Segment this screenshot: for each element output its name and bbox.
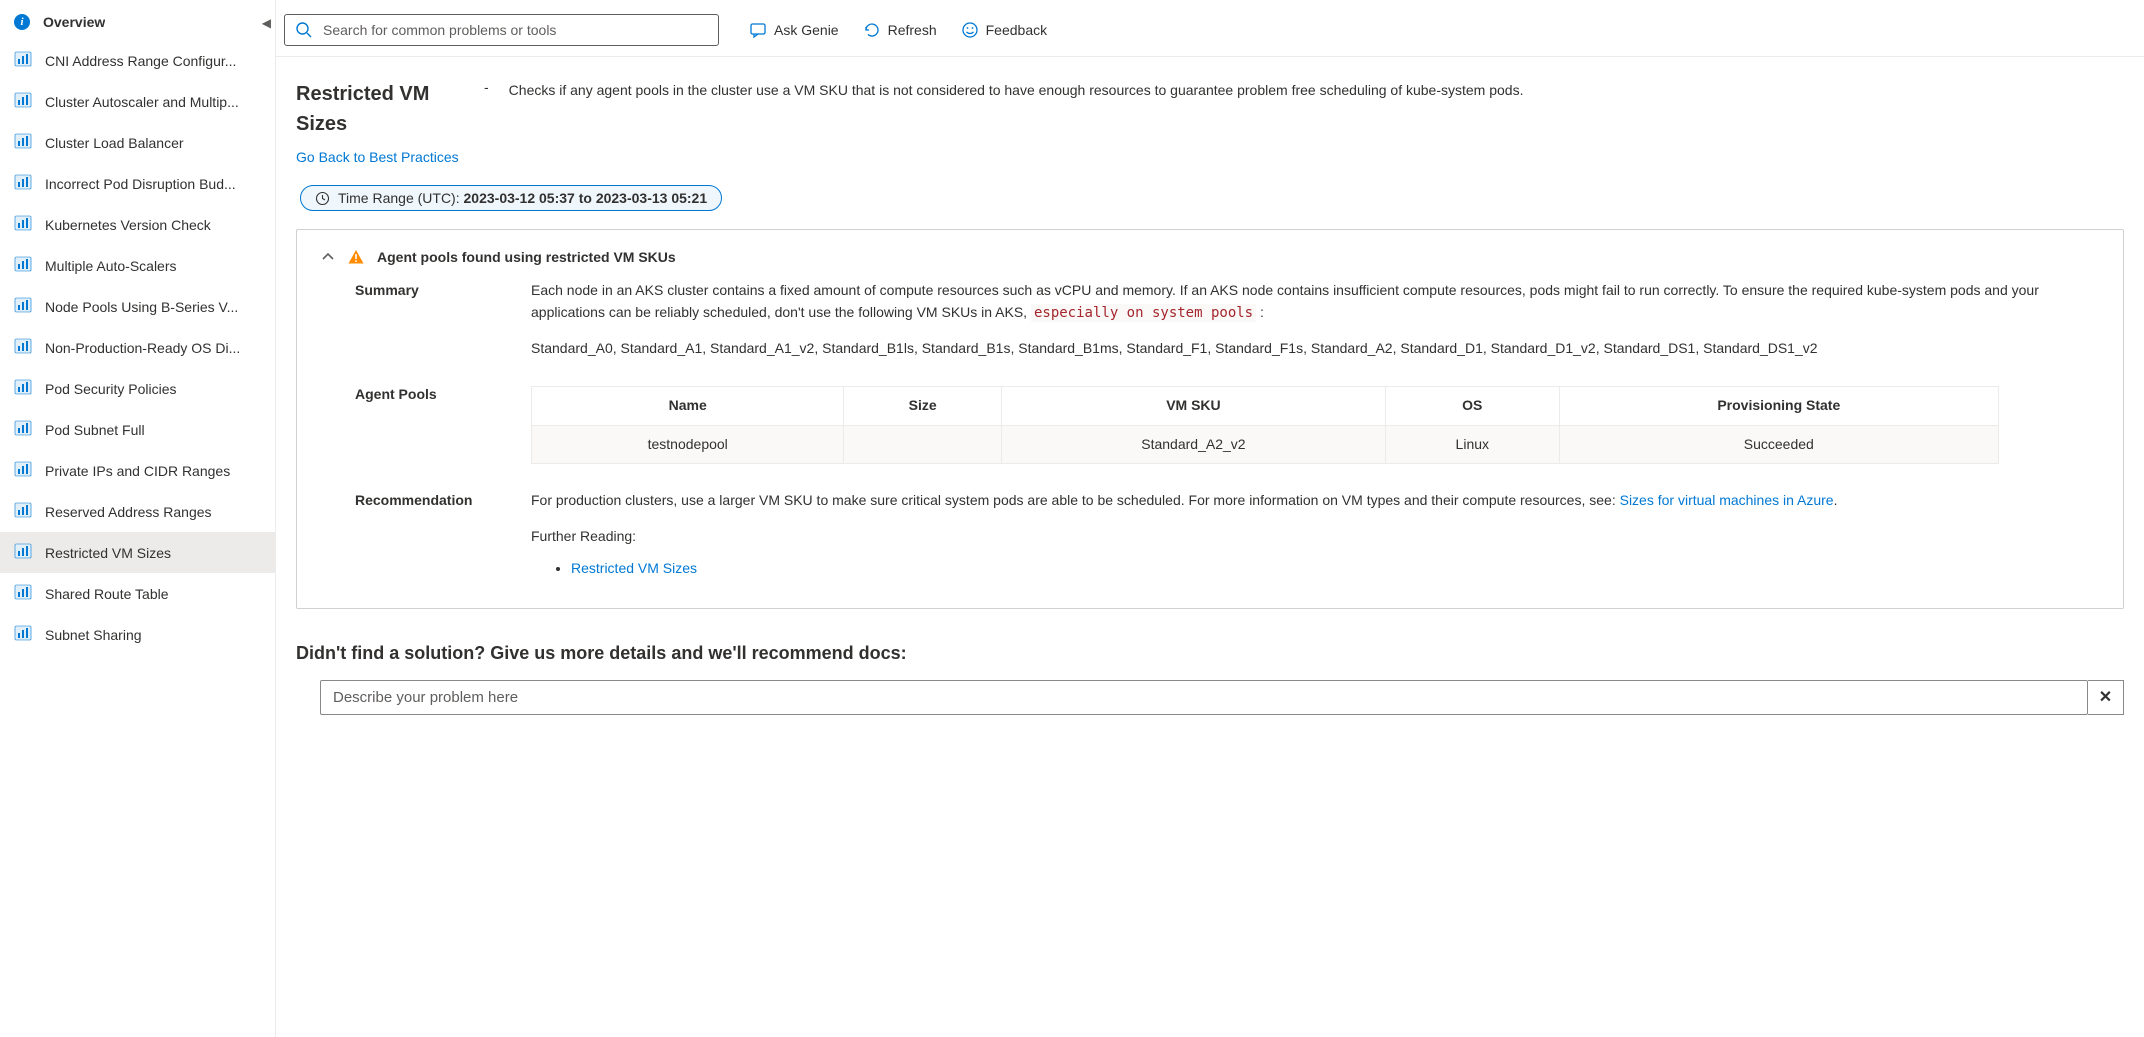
info-icon: i (14, 14, 30, 30)
table-header: Size (844, 387, 1001, 426)
sidebar-item-label: Private IPs and CIDR Ranges (45, 463, 230, 479)
chevron-up-icon[interactable] (321, 250, 335, 264)
title-dash: - (484, 79, 489, 95)
sidebar-item[interactable]: Incorrect Pod Disruption Bud... (0, 163, 275, 204)
sidebar-item[interactable]: Non-Production-Ready OS Di... (0, 327, 275, 368)
sidebar-item[interactable]: Cluster Load Balancer (0, 122, 275, 163)
sidebar-item[interactable]: Shared Route Table (0, 573, 275, 614)
refresh-icon (863, 21, 881, 39)
sidebar-item[interactable]: Reserved Address Ranges (0, 491, 275, 532)
bar-chart-icon (14, 296, 32, 317)
sidebar-item-label: Restricted VM Sizes (45, 545, 171, 561)
search-icon (295, 21, 313, 39)
restricted-vm-sizes-link[interactable]: Restricted VM Sizes (571, 560, 697, 576)
bar-chart-icon (14, 91, 32, 112)
sidebar-item-overview[interactable]: i Overview (0, 4, 275, 40)
vm-sizes-link[interactable]: Sizes for virtual machines in Azure (1620, 492, 1834, 508)
bar-chart-icon (14, 624, 32, 645)
warning-icon (347, 248, 365, 266)
panel-title: Agent pools found using restricted VM SK… (377, 249, 676, 265)
bar-chart-icon (14, 255, 32, 276)
sidebar-item[interactable]: Pod Security Policies (0, 368, 275, 409)
sidebar-item[interactable]: Restricted VM Sizes (0, 532, 275, 573)
sidebar-item-label: Cluster Autoscaler and Multip... (45, 94, 239, 110)
sidebar-item[interactable]: CNI Address Range Configur... (0, 40, 275, 81)
sidebar-item-label: Cluster Load Balancer (45, 135, 184, 151)
time-range-pill[interactable]: Time Range (UTC): 2023-03-12 05:37 to 20… (300, 185, 722, 211)
bar-chart-icon (14, 460, 32, 481)
sidebar-item-label: Kubernetes Version Check (45, 217, 211, 233)
sidebar-item-label: Multiple Auto-Scalers (45, 258, 177, 274)
feedback-button[interactable]: Feedback (951, 15, 1057, 45)
bar-chart-icon (14, 378, 32, 399)
refresh-button[interactable]: Refresh (853, 15, 947, 45)
page-title: Restricted VM Sizes (296, 79, 464, 139)
search-box[interactable] (284, 14, 719, 46)
bar-chart-icon (14, 173, 32, 194)
sidebar-item-label: Pod Security Policies (45, 381, 177, 397)
sidebar-item[interactable]: Subnet Sharing (0, 614, 275, 655)
table-header: Provisioning State (1559, 387, 1998, 426)
bar-chart-icon (14, 583, 32, 604)
table-header: OS (1385, 387, 1559, 426)
feedback-heading: Didn't find a solution? Give us more det… (296, 643, 2124, 664)
table-header: VM SKU (1001, 387, 1385, 426)
table-row: testnodepoolStandard_A2_v2LinuxSucceeded (532, 425, 1999, 464)
topbar: Ask Genie Refresh Feedback (276, 0, 2144, 57)
recommendation-label: Recommendation (321, 490, 531, 579)
feedback-input[interactable] (320, 680, 2088, 715)
chat-icon (749, 21, 767, 39)
bar-chart-icon (14, 337, 32, 358)
sidebar-item-label: Overview (43, 14, 105, 30)
agent-pools-table: NameSizeVM SKUOSProvisioning State testn… (531, 386, 1999, 464)
sidebar-item-label: Reserved Address Ranges (45, 504, 212, 520)
bar-chart-icon (14, 419, 32, 440)
sidebar-collapse-icon[interactable]: ◀ (262, 16, 271, 30)
sidebar-item-label: Pod Subnet Full (45, 422, 145, 438)
sidebar-item[interactable]: Private IPs and CIDR Ranges (0, 450, 275, 491)
page-description: Checks if any agent pools in the cluster… (509, 79, 2124, 103)
sidebar-item-label: Shared Route Table (45, 586, 169, 602)
sidebar-item-label: CNI Address Range Configur... (45, 53, 236, 69)
sidebar-item[interactable]: Node Pools Using B-Series V... (0, 286, 275, 327)
diagnostic-panel: Agent pools found using restricted VM SK… (296, 229, 2124, 609)
sidebar-item[interactable]: Cluster Autoscaler and Multip... (0, 81, 275, 122)
sidebar-item-label: Incorrect Pod Disruption Bud... (45, 176, 236, 192)
sidebar-item-label: Non-Production-Ready OS Di... (45, 340, 240, 356)
agent-pools-label: Agent Pools (321, 384, 531, 464)
sidebar-item-label: Node Pools Using B-Series V... (45, 299, 238, 315)
sidebar-item[interactable]: Kubernetes Version Check (0, 204, 275, 245)
clock-icon (315, 191, 330, 206)
summary-content: Each node in an AKS cluster contains a f… (531, 280, 2099, 360)
summary-label: Summary (321, 280, 531, 360)
recommendation-content: For production clusters, use a larger VM… (531, 490, 2099, 579)
content: Restricted VM Sizes - Checks if any agen… (276, 57, 2144, 1037)
sidebar-item[interactable]: Multiple Auto-Scalers (0, 245, 275, 286)
ask-genie-button[interactable]: Ask Genie (739, 15, 849, 45)
bar-chart-icon (14, 501, 32, 522)
back-link[interactable]: Go Back to Best Practices (296, 149, 459, 165)
feedback-clear-button[interactable]: ✕ (2088, 680, 2124, 715)
bar-chart-icon (14, 214, 32, 235)
sidebar-item-label: Subnet Sharing (45, 627, 142, 643)
sidebar-item[interactable]: Pod Subnet Full (0, 409, 275, 450)
sidebar: ◀ i Overview CNI Address Range Configur.… (0, 0, 276, 1037)
search-input[interactable] (323, 22, 708, 38)
bar-chart-icon (14, 50, 32, 71)
smiley-icon (961, 21, 979, 39)
bar-chart-icon (14, 132, 32, 153)
table-header: Name (532, 387, 844, 426)
bar-chart-icon (14, 542, 32, 563)
